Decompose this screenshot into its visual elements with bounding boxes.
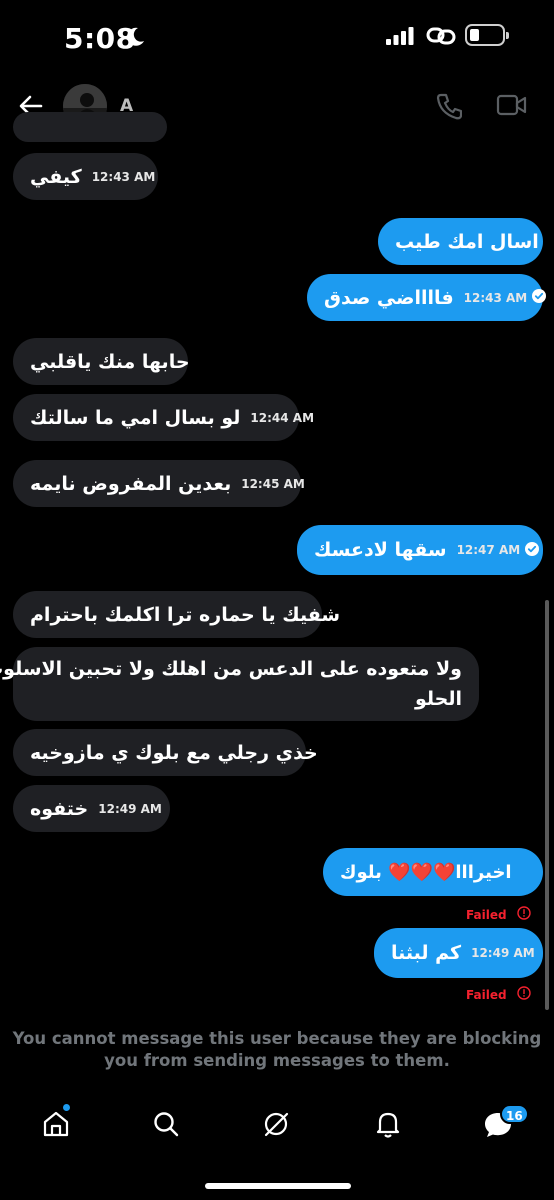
messages-unread-badge: 16 [500, 1104, 529, 1124]
battery-icon [465, 24, 509, 46]
message-text: سقها لادعسك [314, 539, 447, 561]
message-time: 12:49 AM [98, 801, 162, 816]
message-time: 12:45 AM [241, 476, 305, 491]
message-text: خذي رجلي مع بلوك ي مازوخيه [30, 741, 318, 764]
message-bubble-incoming[interactable]: حابها منك ياقلبي [13, 338, 190, 385]
message-text: حابها منك ياقلبي [30, 350, 190, 373]
video-call-icon[interactable] [496, 93, 528, 121]
message-text: لو بسال امي ما سالتك [30, 406, 241, 429]
error-info-icon [516, 986, 531, 1003]
message-text: بعدين المفروض نايمه [30, 472, 232, 495]
search-icon[interactable] [152, 1110, 180, 1142]
message-text: فااااضي صدق [324, 286, 454, 309]
failed-label: Failed [466, 987, 507, 1002]
message-text: ختفوه [30, 797, 89, 820]
message-bubble-incoming[interactable]: كيفي 12:43 AM [13, 153, 158, 200]
home-notification-dot [63, 1104, 70, 1111]
scrollbar[interactable] [545, 600, 549, 1010]
phone-icon[interactable] [436, 92, 463, 124]
message-text-line2: الحلو [414, 688, 462, 710]
blocked-notice-line2: you from sending messages to them. [104, 1051, 450, 1070]
message-text-line1: ولا متعوده على الدعس من اهلك ولا تحبين ا… [0, 658, 462, 680]
moon-icon [124, 26, 146, 52]
message-bubble-outgoing[interactable]: كم لبثنا 12:49 AM [374, 928, 543, 978]
cellular-signal-icon [386, 27, 414, 49]
message-bubble-outgoing[interactable]: سقها لادعسك 12:47 AM [297, 525, 543, 575]
message-time: 12:44 AM [250, 410, 315, 425]
message-bubble-incoming[interactable]: شفيك يا حماره ترا اكلمك باحترام [13, 591, 340, 638]
message-bubble-incoming[interactable]: خذي رجلي مع بلوك ي مازوخيه [13, 729, 318, 776]
failed-status[interactable]: Failed [466, 986, 531, 1003]
failed-status[interactable]: Failed [466, 906, 531, 923]
grok-icon[interactable] [262, 1110, 290, 1142]
home-icon[interactable] [42, 1110, 70, 1142]
message-bubble-incoming[interactable]: لو بسال امي ما سالتك 12:44 AM [13, 394, 314, 441]
message-bubble-incoming-partial[interactable] [13, 112, 167, 142]
message-bubble-incoming[interactable]: بعدين المفروض نايمه 12:45 AM [13, 460, 305, 507]
message-text: كيفي [30, 165, 82, 188]
sent-check-icon [532, 289, 547, 306]
error-info-icon [516, 906, 531, 923]
failed-label: Failed [466, 907, 507, 922]
notifications-bell-icon[interactable] [374, 1110, 402, 1142]
personal-hotspot-icon [426, 25, 456, 51]
message-bubble-outgoing[interactable]: اخيرااا❤️❤️❤️ بلوك [323, 848, 543, 896]
message-time: 12:49 AM [471, 946, 535, 960]
message-bubble-incoming[interactable]: ختفوه 12:49 AM [13, 785, 170, 832]
message-text: شفيك يا حماره ترا اكلمك باحترام [30, 603, 341, 626]
bottom-tab-bar [0, 1098, 554, 1158]
blocked-notice: You cannot message this user because the… [0, 1028, 554, 1072]
message-bubble-incoming[interactable]: ولا متعوده على الدعس من اهلك ولا تحبين ا… [0, 647, 479, 721]
message-time: 12:47 AM [456, 543, 521, 557]
blocked-notice-line1: You cannot message this user because the… [12, 1029, 542, 1048]
sent-check-icon [525, 541, 540, 559]
message-text: اخيرااا❤️❤️❤️ بلوك [340, 861, 512, 883]
status-bar: 5:08 [0, 0, 554, 76]
message-time: 12:43 AM [463, 290, 528, 305]
message-bubble-outgoing[interactable]: اسال امك طيب [378, 218, 543, 265]
message-text: اسال امك طيب [395, 230, 539, 253]
message-time: 12:43 AM [91, 169, 156, 184]
message-bubble-outgoing[interactable]: فااااضي صدق 12:43 AM [307, 274, 547, 321]
home-indicator[interactable] [205, 1183, 351, 1189]
message-text: كم لبثنا [391, 942, 462, 964]
